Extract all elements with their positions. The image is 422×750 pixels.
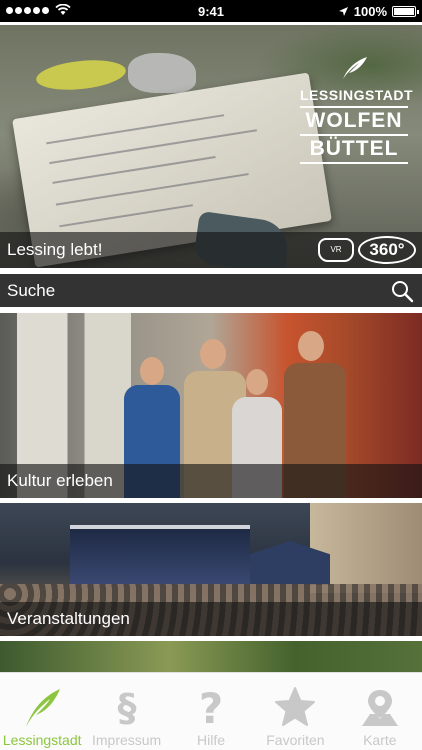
logo-line-2: WOLFEN bbox=[300, 106, 408, 136]
tab-label: Karte bbox=[363, 732, 397, 748]
question-icon: ? bbox=[169, 685, 253, 729]
search-label: Suche bbox=[7, 281, 56, 300]
paragraph-icon: § bbox=[84, 685, 168, 729]
tab-label: Impressum bbox=[91, 732, 162, 748]
star-icon bbox=[253, 685, 337, 729]
tab-label: Hilfe bbox=[197, 732, 226, 748]
tab-karte[interactable]: Karte bbox=[338, 673, 422, 750]
tab-label: Favoriten bbox=[266, 732, 325, 748]
tab-favoriten[interactable]: Favoriten bbox=[253, 673, 337, 750]
svg-text:?: ? bbox=[199, 685, 223, 729]
tab-label: Lessingstadt bbox=[2, 732, 82, 748]
city-logo: LESSINGSTADT WOLFEN BÜTTEL bbox=[300, 55, 414, 164]
status-bar: 9:41 100% bbox=[0, 0, 422, 22]
svg-text:§: § bbox=[117, 686, 136, 729]
tile-lessing-lebt[interactable]: LESSINGSTADT WOLFEN BÜTTEL Lessing lebt!… bbox=[0, 25, 422, 268]
tile-kultur-erleben[interactable]: Kultur erleben bbox=[0, 313, 422, 498]
kultur-caption: Kultur erleben bbox=[0, 464, 422, 498]
tab-bar: Lessingstadt § Impressum ? Hilfe Favorit… bbox=[0, 672, 422, 750]
tile-veranstaltungen[interactable]: Veranstaltungen bbox=[0, 503, 422, 636]
logo-line-1: LESSINGSTADT bbox=[300, 87, 414, 103]
logo-line-3: BÜTTEL bbox=[300, 136, 408, 164]
tab-hilfe[interactable]: ? Hilfe bbox=[169, 673, 253, 750]
tab-lessingstadt[interactable]: Lessingstadt bbox=[0, 673, 84, 750]
panorama-360-icon[interactable]: 360° bbox=[358, 236, 416, 264]
vr-label: VR bbox=[330, 245, 342, 254]
events-caption: Veranstaltungen bbox=[0, 602, 422, 636]
battery-percent: 100% bbox=[353, 4, 387, 19]
vr-headset-icon[interactable]: VR bbox=[318, 238, 354, 262]
quill-logo-icon bbox=[300, 55, 408, 85]
tab-impressum[interactable]: § Impressum bbox=[84, 673, 168, 750]
search-bar[interactable]: Suche bbox=[0, 274, 422, 307]
quill-icon bbox=[0, 685, 84, 729]
map-pin-icon bbox=[338, 685, 422, 729]
location-arrow-icon bbox=[338, 7, 348, 16]
battery-icon bbox=[392, 6, 419, 17]
search-icon[interactable] bbox=[390, 279, 414, 303]
